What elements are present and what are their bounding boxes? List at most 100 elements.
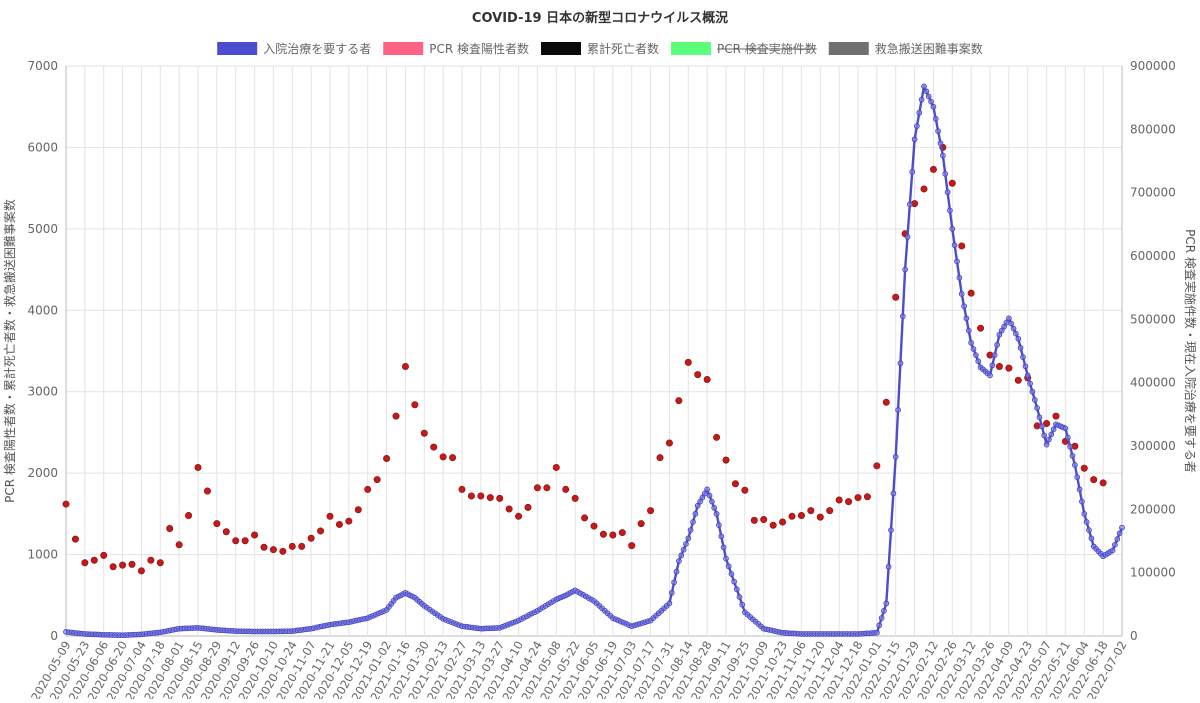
hospitalized-point xyxy=(928,98,934,105)
hospitalized-point xyxy=(1050,426,1057,433)
right-tick-label: 100000 xyxy=(1130,566,1176,580)
hospitalized-point xyxy=(685,535,692,542)
right-tick-label: 900000 xyxy=(1130,59,1176,73)
chart-svg: COVID-19 日本の新型コロナウイルス概況 入院治療を要する者 PCR 検査陽… xyxy=(2,10,1198,703)
legend-item[interactable]: 入院治療を要する者 xyxy=(217,42,371,56)
hospitalized-point xyxy=(1088,535,1095,542)
hospitalized-point xyxy=(899,313,906,320)
pcr-positive-point xyxy=(599,530,607,538)
hospitalized-point xyxy=(1079,498,1085,505)
pcr-positive-point xyxy=(109,563,117,571)
pcr-positive-point xyxy=(213,520,221,528)
right-tick-label: 200000 xyxy=(1130,502,1176,516)
hospitalized-point xyxy=(683,541,689,547)
right-axis-label: PCR 検査実施件数・現在入院治療を要する者 xyxy=(1183,229,1198,473)
hospitalized-point xyxy=(1006,315,1012,322)
hospitalized-point xyxy=(1015,335,1022,342)
hospitalized-point xyxy=(711,504,718,511)
left-tick-label: 5000 xyxy=(27,222,58,236)
hospitalized-point xyxy=(1034,405,1040,411)
left-axis-label: PCR 検査陽性者数・累計死亡者数・救急搬送困難事案数 xyxy=(2,199,17,503)
hospitalized-point xyxy=(878,615,885,621)
pcr-positive-point xyxy=(1005,364,1013,372)
pcr-positive-point xyxy=(288,542,296,550)
hospitalized-point xyxy=(680,546,687,553)
pcr-positive-point xyxy=(496,494,504,502)
hospitalized-point xyxy=(890,490,897,497)
hospitalized-point xyxy=(1083,519,1090,525)
hospitalized-point xyxy=(940,152,946,159)
hospitalized-point xyxy=(666,600,673,607)
left-tick-label: 0 xyxy=(50,629,58,643)
legend-item[interactable]: 累計死亡者数 xyxy=(540,41,659,56)
hospitalized-point xyxy=(1008,320,1015,327)
right-tick-label: 400000 xyxy=(1130,376,1176,390)
pcr-positive-point xyxy=(524,503,532,511)
pcr-positive-point xyxy=(863,493,871,501)
hospitalized-point xyxy=(1043,441,1050,448)
hospitalized-point xyxy=(876,622,883,629)
hospitalized-point xyxy=(973,352,979,358)
hospitalized-point xyxy=(1029,388,1036,395)
hospitalized-point xyxy=(911,136,918,143)
pcr-positive-point xyxy=(637,520,645,528)
legend[interactable]: 入院治療を要する者 PCR 検査陽性者数 累計死亡者数 PCR 検査実施件数 救急搬送困… xyxy=(217,41,983,56)
pcr-positive-point xyxy=(156,559,164,567)
legend-item[interactable]: PCR 検査陽性者数 xyxy=(383,41,529,56)
hospitalized-point xyxy=(904,234,911,240)
left-tick-label: 3000 xyxy=(27,385,58,399)
hospitalized-point xyxy=(958,291,965,297)
pcr-positive-point xyxy=(505,505,513,513)
hospitalized-point xyxy=(954,258,960,265)
grid xyxy=(65,65,1123,637)
pcr-positive-point xyxy=(958,242,966,250)
hospitalized-point xyxy=(930,103,937,110)
pcr-positive-point xyxy=(175,541,183,549)
pcr-positive-point xyxy=(477,492,485,500)
pcr-positive-point xyxy=(307,534,315,542)
hospitalized-point xyxy=(1039,423,1045,430)
pcr-positive-point xyxy=(373,476,381,484)
hospitalized-point xyxy=(1119,524,1125,531)
hospitalized-point xyxy=(902,266,908,273)
hospitalized-point xyxy=(731,578,737,585)
pcr-positive-point xyxy=(882,398,890,406)
pcr-positive-point xyxy=(1090,476,1098,484)
hospitalized-point xyxy=(728,571,735,577)
pcr-positive-point xyxy=(81,559,89,567)
hospitalized-point xyxy=(690,519,696,525)
pcr-positive-point xyxy=(703,375,711,383)
pcr-positive-point xyxy=(571,494,579,502)
hospitalized-point xyxy=(1017,345,1024,351)
pcr-positive-point xyxy=(298,542,306,550)
hospitalized-point xyxy=(1062,425,1069,432)
right-tick-label: 300000 xyxy=(1130,439,1176,453)
legend-item[interactable]: 救急搬送困難事案数 xyxy=(828,41,983,56)
hospitalized-point xyxy=(987,372,993,379)
hospitalized-point xyxy=(914,123,920,129)
pcr-positive-point xyxy=(128,560,136,568)
hospitalized-point xyxy=(725,563,732,570)
hospitalized-point xyxy=(1036,414,1043,421)
pcr-positive-point xyxy=(845,498,853,506)
pcr-positive-point xyxy=(760,516,768,524)
pcr-positive-point xyxy=(326,512,334,520)
pcr-positive-point xyxy=(533,484,541,492)
pcr-positive-point xyxy=(1052,412,1060,420)
hospitalized-point xyxy=(1109,547,1116,554)
pcr-positive-point xyxy=(665,439,673,447)
pcr-positive-point xyxy=(892,293,900,301)
legend-item[interactable]: PCR 検査実施件数 xyxy=(671,41,817,56)
pcr-positive-point xyxy=(1099,479,1107,487)
pcr-positive-point xyxy=(439,453,447,461)
pcr-positive-point xyxy=(807,507,815,515)
pcr-positive-point xyxy=(458,485,466,493)
pcr-positive-point xyxy=(1080,464,1088,472)
pcr-positive-point xyxy=(590,522,598,530)
hospitalized-point xyxy=(888,527,894,533)
hospitalized-point xyxy=(885,563,892,570)
hospitalized-point xyxy=(944,189,951,196)
hospitalized-point xyxy=(1046,436,1052,443)
pcr-positive-point xyxy=(166,525,174,533)
pcr-positive-point xyxy=(929,165,937,173)
